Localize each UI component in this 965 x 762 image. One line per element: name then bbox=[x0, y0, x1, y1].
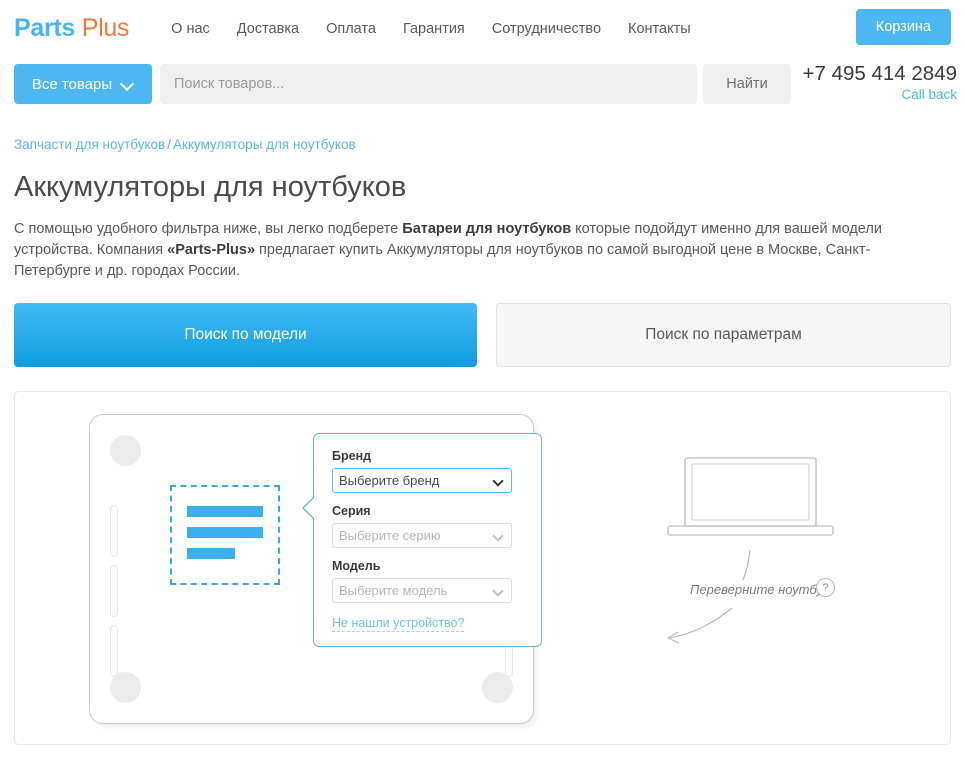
site-header: Parts Plus О нас Доставка Оплата Гаранти… bbox=[0, 0, 965, 57]
breadcrumb-parent-link[interactable]: Запчасти для ноутбуков bbox=[14, 137, 165, 152]
model-field-label: Модель bbox=[332, 559, 523, 573]
description-bold-2: «Parts-Plus» bbox=[167, 242, 255, 258]
nav-item-about[interactable]: О нас bbox=[171, 21, 210, 37]
nav-item-partnership[interactable]: Сотрудничество bbox=[492, 21, 601, 37]
search-bar: Все товары Найти +7 495 414 2849 Call ba… bbox=[0, 64, 965, 112]
cart-button[interactable]: Корзина bbox=[856, 9, 951, 45]
breadcrumb-current-link[interactable]: Аккумуляторы для ноутбуков bbox=[173, 137, 356, 152]
series-field-label: Серия bbox=[332, 504, 523, 518]
page-root: Parts Plus О нас Доставка Оплата Гаранти… bbox=[0, 0, 965, 762]
search-input[interactable] bbox=[160, 64, 697, 104]
flip-laptop-hint: Переверните ноутбук bbox=[690, 582, 829, 597]
brand-field-label: Бренд bbox=[332, 449, 523, 463]
laptop-vent-icon bbox=[110, 565, 118, 617]
model-select[interactable]: Выберите модель bbox=[332, 578, 512, 603]
brand-select-value: Выберите бренд bbox=[339, 473, 439, 488]
sticker-bar bbox=[187, 527, 263, 538]
laptop-open-icon bbox=[630, 430, 910, 660]
phone-number[interactable]: +7 495 414 2849 bbox=[803, 62, 957, 86]
page-title: Аккумуляторы для ноутбуков bbox=[14, 171, 406, 204]
category-dropdown[interactable]: Все товары bbox=[14, 64, 152, 104]
laptop-vent-icon bbox=[110, 625, 118, 677]
series-select[interactable]: Выберите серию bbox=[332, 523, 512, 548]
brand-select[interactable]: Выберите бренд bbox=[332, 468, 512, 493]
help-question-icon[interactable]: ? bbox=[816, 578, 835, 597]
chevron-down-icon bbox=[122, 78, 134, 90]
main-nav: О нас Доставка Оплата Гарантия Сотруднич… bbox=[171, 21, 691, 37]
model-select-value: Выберите модель bbox=[339, 583, 447, 598]
breadcrumb: Запчасти для ноутбуков/Аккумуляторы для … bbox=[14, 137, 356, 152]
series-select-value: Выберите серию bbox=[339, 528, 441, 543]
nav-item-payment[interactable]: Оплата bbox=[326, 21, 376, 37]
nav-item-warranty[interactable]: Гарантия bbox=[403, 21, 465, 37]
laptop-open-illustration: Переверните ноутбук ? bbox=[630, 430, 910, 660]
model-sticker-icon bbox=[170, 485, 280, 585]
nav-item-delivery[interactable]: Доставка bbox=[237, 21, 299, 37]
tab-search-by-model[interactable]: Поиск по модели bbox=[14, 303, 477, 367]
description-bold-1: Батареи для ноутбуков bbox=[402, 221, 571, 237]
sticker-bar bbox=[187, 548, 235, 559]
chevron-down-icon bbox=[494, 532, 503, 541]
logo-text-secondary: Plus bbox=[82, 14, 129, 42]
call-back-link[interactable]: Call back bbox=[803, 87, 957, 102]
laptop-foot-icon bbox=[110, 435, 141, 466]
logo-text-primary: Parts bbox=[14, 14, 75, 42]
tab-search-by-params[interactable]: Поиск по параметрам bbox=[496, 303, 951, 367]
nav-item-contacts[interactable]: Контакты bbox=[628, 21, 691, 37]
device-finder-form: Бренд Выберите бренд Серия Выберите сери… bbox=[313, 433, 542, 647]
contact-phone-block: +7 495 414 2849 Call back bbox=[803, 62, 957, 102]
description-part-1: С помощью удобного фильтра ниже, вы легк… bbox=[14, 221, 402, 237]
category-dropdown-label: Все товары bbox=[32, 76, 112, 93]
laptop-vent-icon bbox=[110, 505, 118, 557]
site-logo[interactable]: Parts Plus bbox=[14, 14, 129, 43]
device-not-found-link[interactable]: Не нашли устройство? bbox=[332, 616, 464, 632]
chevron-down-icon bbox=[494, 477, 503, 486]
breadcrumb-separator: / bbox=[167, 137, 171, 152]
sticker-bar bbox=[187, 506, 263, 517]
page-description: С помощью удобного фильтра ниже, вы легк… bbox=[14, 219, 924, 282]
chevron-down-icon bbox=[494, 587, 503, 596]
search-submit-button[interactable]: Найти bbox=[703, 64, 791, 104]
